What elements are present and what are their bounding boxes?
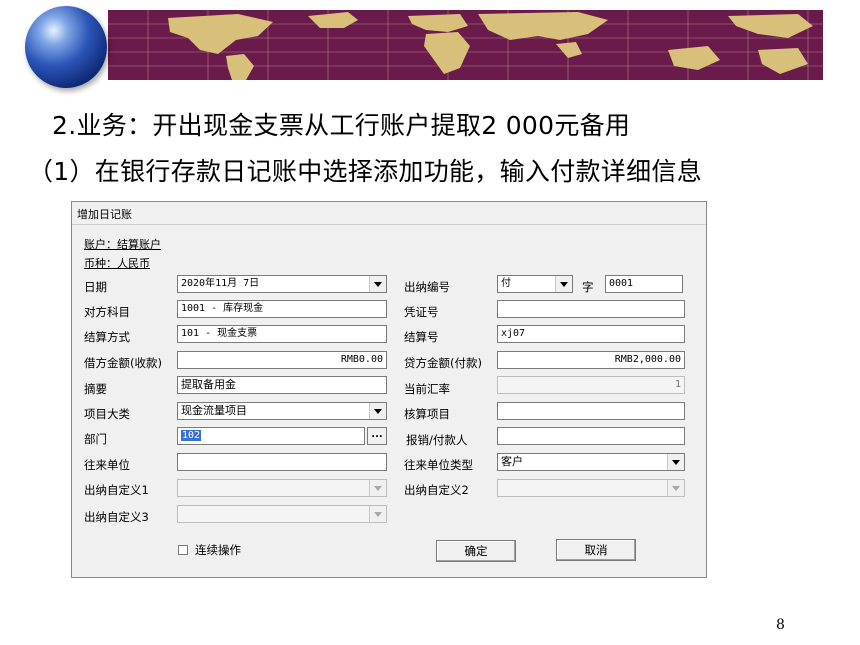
custom2-dropdown-icon [667, 480, 684, 496]
settle-no-value: xj07 [501, 328, 526, 339]
payee-label: 报销/付款人 [406, 433, 468, 447]
department-label: 部门 [84, 432, 107, 446]
department-value: 102 [181, 430, 202, 441]
continuous-checkbox[interactable] [178, 545, 188, 555]
credit-amount-input[interactable]: RMB2,000.00 [497, 351, 685, 369]
department-input[interactable]: 102 [177, 427, 365, 445]
project-category-value: 现金流量项目 [181, 404, 247, 417]
dialog-title: 增加日记账 [77, 208, 132, 221]
cashier-no-label: 出纳编号 [404, 280, 450, 294]
slide-heading: 2.业务：开出现金支票从工行账户提取2 000元备用 [52, 111, 631, 140]
custom3-label: 出纳自定义3 [84, 510, 149, 524]
custom1-select [177, 479, 387, 497]
exchange-rate-value: 1 [674, 379, 681, 390]
settle-no-label: 结算号 [404, 330, 439, 344]
world-map-graphic [108, 10, 823, 80]
debit-amount-label: 借方金额(收款) [84, 356, 162, 370]
custom2-label: 出纳自定义2 [404, 483, 469, 497]
settle-method-label: 结算方式 [84, 330, 130, 344]
exchange-rate-input: 1 [497, 376, 685, 394]
project-category-select[interactable]: 现金流量项目 [177, 402, 387, 420]
slide-subheading: （1）在银行存款日记账中选择添加功能，输入付款详细信息 [28, 157, 703, 186]
title-divider [72, 224, 706, 225]
settle-method-value: 101 - 现金支票 [181, 328, 258, 339]
payee-input[interactable] [497, 427, 685, 445]
summary-value: 提取备用金 [181, 378, 236, 391]
counter-subject-label: 对方科目 [84, 305, 130, 319]
continuous-label: 连续操作 [195, 543, 241, 557]
contact-type-label: 往来单位类型 [404, 458, 473, 472]
world-map-strip [108, 10, 823, 80]
credit-amount-value: RMB2,000.00 [614, 354, 681, 365]
currency-label: 币种：人民币 [84, 257, 150, 270]
cashier-type-dropdown-icon[interactable] [555, 276, 572, 292]
custom1-label: 出纳自定义1 [84, 483, 149, 497]
project-category-dropdown-icon[interactable] [369, 403, 386, 419]
debit-amount-input[interactable]: RMB0.00 [177, 351, 387, 369]
ok-button[interactable]: 确定 [436, 540, 516, 562]
cashier-no-value: 0001 [609, 278, 634, 289]
date-value: 2020年11月 7日 [181, 278, 260, 289]
date-dropdown-icon[interactable] [369, 276, 386, 292]
department-browse-button[interactable]: ... [367, 427, 387, 445]
custom3-select [177, 505, 387, 523]
contact-unit-label: 往来单位 [84, 458, 130, 472]
credit-amount-label: 贷方金额(付款) [404, 356, 482, 370]
contact-type-select[interactable]: 客户 [497, 453, 685, 471]
summary-input[interactable]: 提取备用金 [177, 376, 387, 394]
voucher-no-label: 凭证号 [404, 305, 439, 319]
globe-icon [25, 6, 107, 88]
counter-subject-input[interactable]: 1001 - 库存现金 [177, 300, 387, 318]
custom3-dropdown-icon [369, 506, 386, 522]
date-label: 日期 [84, 280, 107, 294]
date-picker[interactable]: 2020年11月 7日 [177, 275, 387, 293]
contact-type-dropdown-icon[interactable] [667, 454, 684, 470]
summary-label: 摘要 [84, 382, 107, 396]
cashier-type-value: 付 [501, 278, 511, 289]
custom2-select [497, 479, 685, 497]
cashier-type-select[interactable]: 付 [497, 275, 573, 293]
zi-label: 字 [582, 280, 594, 294]
exchange-rate-label: 当前汇率 [404, 382, 450, 396]
slide-banner [0, 0, 860, 92]
cashier-no-input[interactable]: 0001 [605, 275, 683, 293]
add-journal-dialog: 增加日记账 账户：结算账户 币种：人民币 日期 2020年11月 7日 出纳编号… [71, 201, 707, 578]
account-label: 账户：结算账户 [84, 238, 161, 251]
counter-subject-value: 1001 - 库存现金 [181, 303, 264, 314]
page-number: 8 [776, 617, 785, 633]
voucher-no-input[interactable] [497, 300, 685, 318]
accounting-item-input[interactable] [497, 402, 685, 420]
settle-method-input[interactable]: 101 - 现金支票 [177, 325, 387, 343]
project-category-label: 项目大类 [84, 407, 130, 421]
debit-amount-value: RMB0.00 [340, 354, 383, 365]
settle-no-input[interactable]: xj07 [497, 325, 685, 343]
contact-unit-input[interactable] [177, 453, 387, 471]
accounting-item-label: 核算项目 [404, 407, 450, 421]
contact-type-value: 客户 [501, 455, 523, 468]
cancel-button[interactable]: 取消 [556, 539, 636, 561]
custom1-dropdown-icon [369, 480, 386, 496]
